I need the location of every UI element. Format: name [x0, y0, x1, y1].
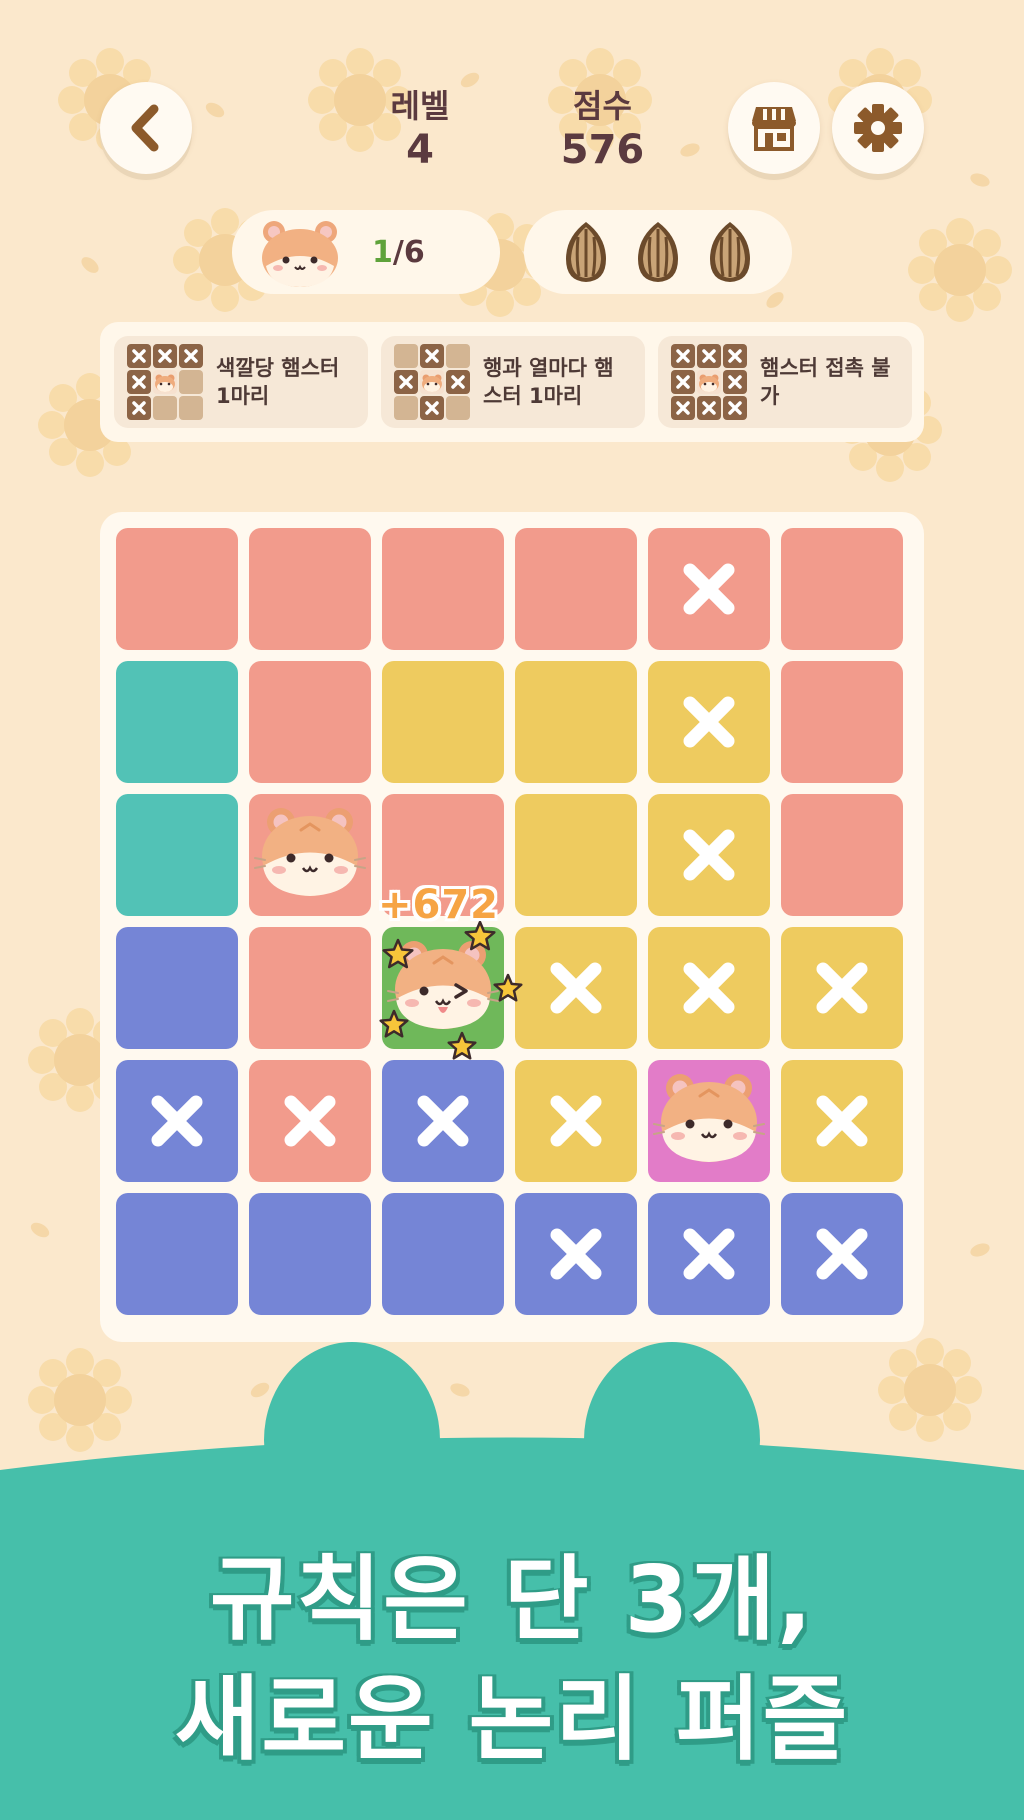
- star-icon: [447, 1031, 477, 1060]
- cross-mark-icon: [816, 962, 868, 1014]
- cross-mark-icon: [550, 962, 602, 1014]
- board-cell-r4-c5[interactable]: [648, 927, 770, 1049]
- level-value: 4: [406, 127, 434, 173]
- cross-mark-icon: [816, 1228, 868, 1280]
- score-popup: +672: [378, 882, 500, 928]
- board-cell-r1-c1[interactable]: [116, 528, 238, 650]
- board-cell-r6-c3[interactable]: [382, 1193, 504, 1315]
- cross-mark-icon: [816, 1095, 868, 1147]
- settings-button[interactable]: [832, 82, 924, 174]
- board-cell-r2-c1[interactable]: [116, 661, 238, 783]
- sunflower-seed-icon: [566, 222, 606, 282]
- rule-text-adjacent: 햄스터 접촉 불가: [760, 356, 891, 408]
- board-cell-r5-c1[interactable]: [116, 1060, 238, 1182]
- board-cell-r2-c4[interactable]: [515, 661, 637, 783]
- board-cell-r3-c5[interactable]: [648, 794, 770, 916]
- board-cell-r4-c6[interactable]: [781, 927, 903, 1049]
- cross-mark-icon: [683, 696, 735, 748]
- rule-color-grid-icon: [127, 344, 203, 420]
- board-cell-r5-c3[interactable]: [382, 1060, 504, 1182]
- level-label: 레벨: [390, 87, 450, 125]
- seeds-pill: [524, 210, 792, 294]
- cross-mark-icon: [683, 962, 735, 1014]
- board-cell-r4-c4[interactable]: [515, 927, 637, 1049]
- board-cell-r2-c5[interactable]: [648, 661, 770, 783]
- cross-mark-icon: [683, 1228, 735, 1280]
- cross-mark-icon: [550, 1228, 602, 1280]
- board-cell-r1-c3[interactable]: [382, 528, 504, 650]
- board-cell-r1-c2[interactable]: [249, 528, 371, 650]
- hamster-icon: [262, 221, 338, 287]
- score-stat: 점수 576: [545, 86, 660, 174]
- board-cell-r3-c1[interactable]: [116, 794, 238, 916]
- promo-line-1: 규칙은 단 3개,: [209, 1546, 815, 1653]
- board-cell-r6-c2[interactable]: [249, 1193, 371, 1315]
- star-icon: [379, 1009, 409, 1038]
- promo-line-2: 새로운 논리 퍼즐: [174, 1666, 850, 1773]
- rule-text-row-col: 행과 열마다 햄스터 1마리: [483, 356, 614, 408]
- cross-mark-icon: [284, 1095, 336, 1147]
- gear-icon: [854, 104, 902, 152]
- chevron-left-icon: [131, 104, 159, 152]
- score-label: 점수: [573, 87, 632, 125]
- level-stat: 레벨 4: [370, 86, 470, 174]
- board-cell-r2-c2[interactable]: [249, 661, 371, 783]
- score-value: 576: [560, 127, 645, 173]
- rule-card-adjacent[interactable]: 햄스터 접촉 불가: [658, 336, 912, 428]
- progress-total: /6: [392, 234, 425, 270]
- shop-button[interactable]: [728, 82, 820, 174]
- board-cell-r2-c3[interactable]: [382, 661, 504, 783]
- promo-text: 규칙은 단 3개, 새로운 논리 퍼즐: [0, 1540, 1024, 1780]
- cross-mark-icon: [683, 563, 735, 615]
- star-icon: [493, 973, 523, 1002]
- board-cell-r2-c6[interactable]: [781, 661, 903, 783]
- progress-text: 1/6: [372, 235, 425, 270]
- sunflower-seed-icon: [710, 222, 750, 282]
- puzzle-board: [100, 512, 924, 1342]
- back-button[interactable]: [100, 82, 192, 174]
- star-icon: [382, 938, 414, 969]
- board-cell-r3-c6[interactable]: [781, 794, 903, 916]
- cross-mark-icon: [683, 829, 735, 881]
- hamster-icon: [653, 1074, 765, 1162]
- board-cell-r1-c6[interactable]: [781, 528, 903, 650]
- board-cell-r6-c5[interactable]: [648, 1193, 770, 1315]
- rule-adjacent-grid-icon: [671, 344, 747, 420]
- board-cell-r6-c4[interactable]: [515, 1193, 637, 1315]
- board-cell-r5-c4[interactable]: [515, 1060, 637, 1182]
- sunflower-seed-icon: [638, 222, 678, 282]
- board-cell-r1-c5[interactable]: [648, 528, 770, 650]
- board-cell-r4-c1[interactable]: [116, 927, 238, 1049]
- board-cell-r5-c6[interactable]: [781, 1060, 903, 1182]
- board-cell-r3-c4[interactable]: [515, 794, 637, 916]
- rule-text-color: 색깔당 햄스터 1마리: [216, 356, 340, 408]
- board-cell-r5-c2[interactable]: [249, 1060, 371, 1182]
- progress-current: 1: [372, 234, 393, 270]
- rules-panel: 색깔당 햄스터 1마리 행과 열마다 햄스터 1마리 햄스터 접촉 불가: [100, 322, 924, 442]
- board-cell-r5-c5[interactable]: [648, 1060, 770, 1182]
- cross-mark-icon: [550, 1095, 602, 1147]
- board-cell-r1-c4[interactable]: [515, 528, 637, 650]
- board-cell-r6-c1[interactable]: [116, 1193, 238, 1315]
- progress-pill: 1/6: [232, 210, 500, 294]
- rule-card-row-col[interactable]: 행과 열마다 햄스터 1마리: [381, 336, 645, 428]
- shop-icon: [752, 107, 796, 151]
- cross-mark-icon: [417, 1095, 469, 1147]
- rule-card-color[interactable]: 색깔당 햄스터 1마리: [114, 336, 368, 428]
- board-cell-r6-c6[interactable]: [781, 1193, 903, 1315]
- rule-row-col-grid-icon: [394, 344, 470, 420]
- cross-mark-icon: [151, 1095, 203, 1147]
